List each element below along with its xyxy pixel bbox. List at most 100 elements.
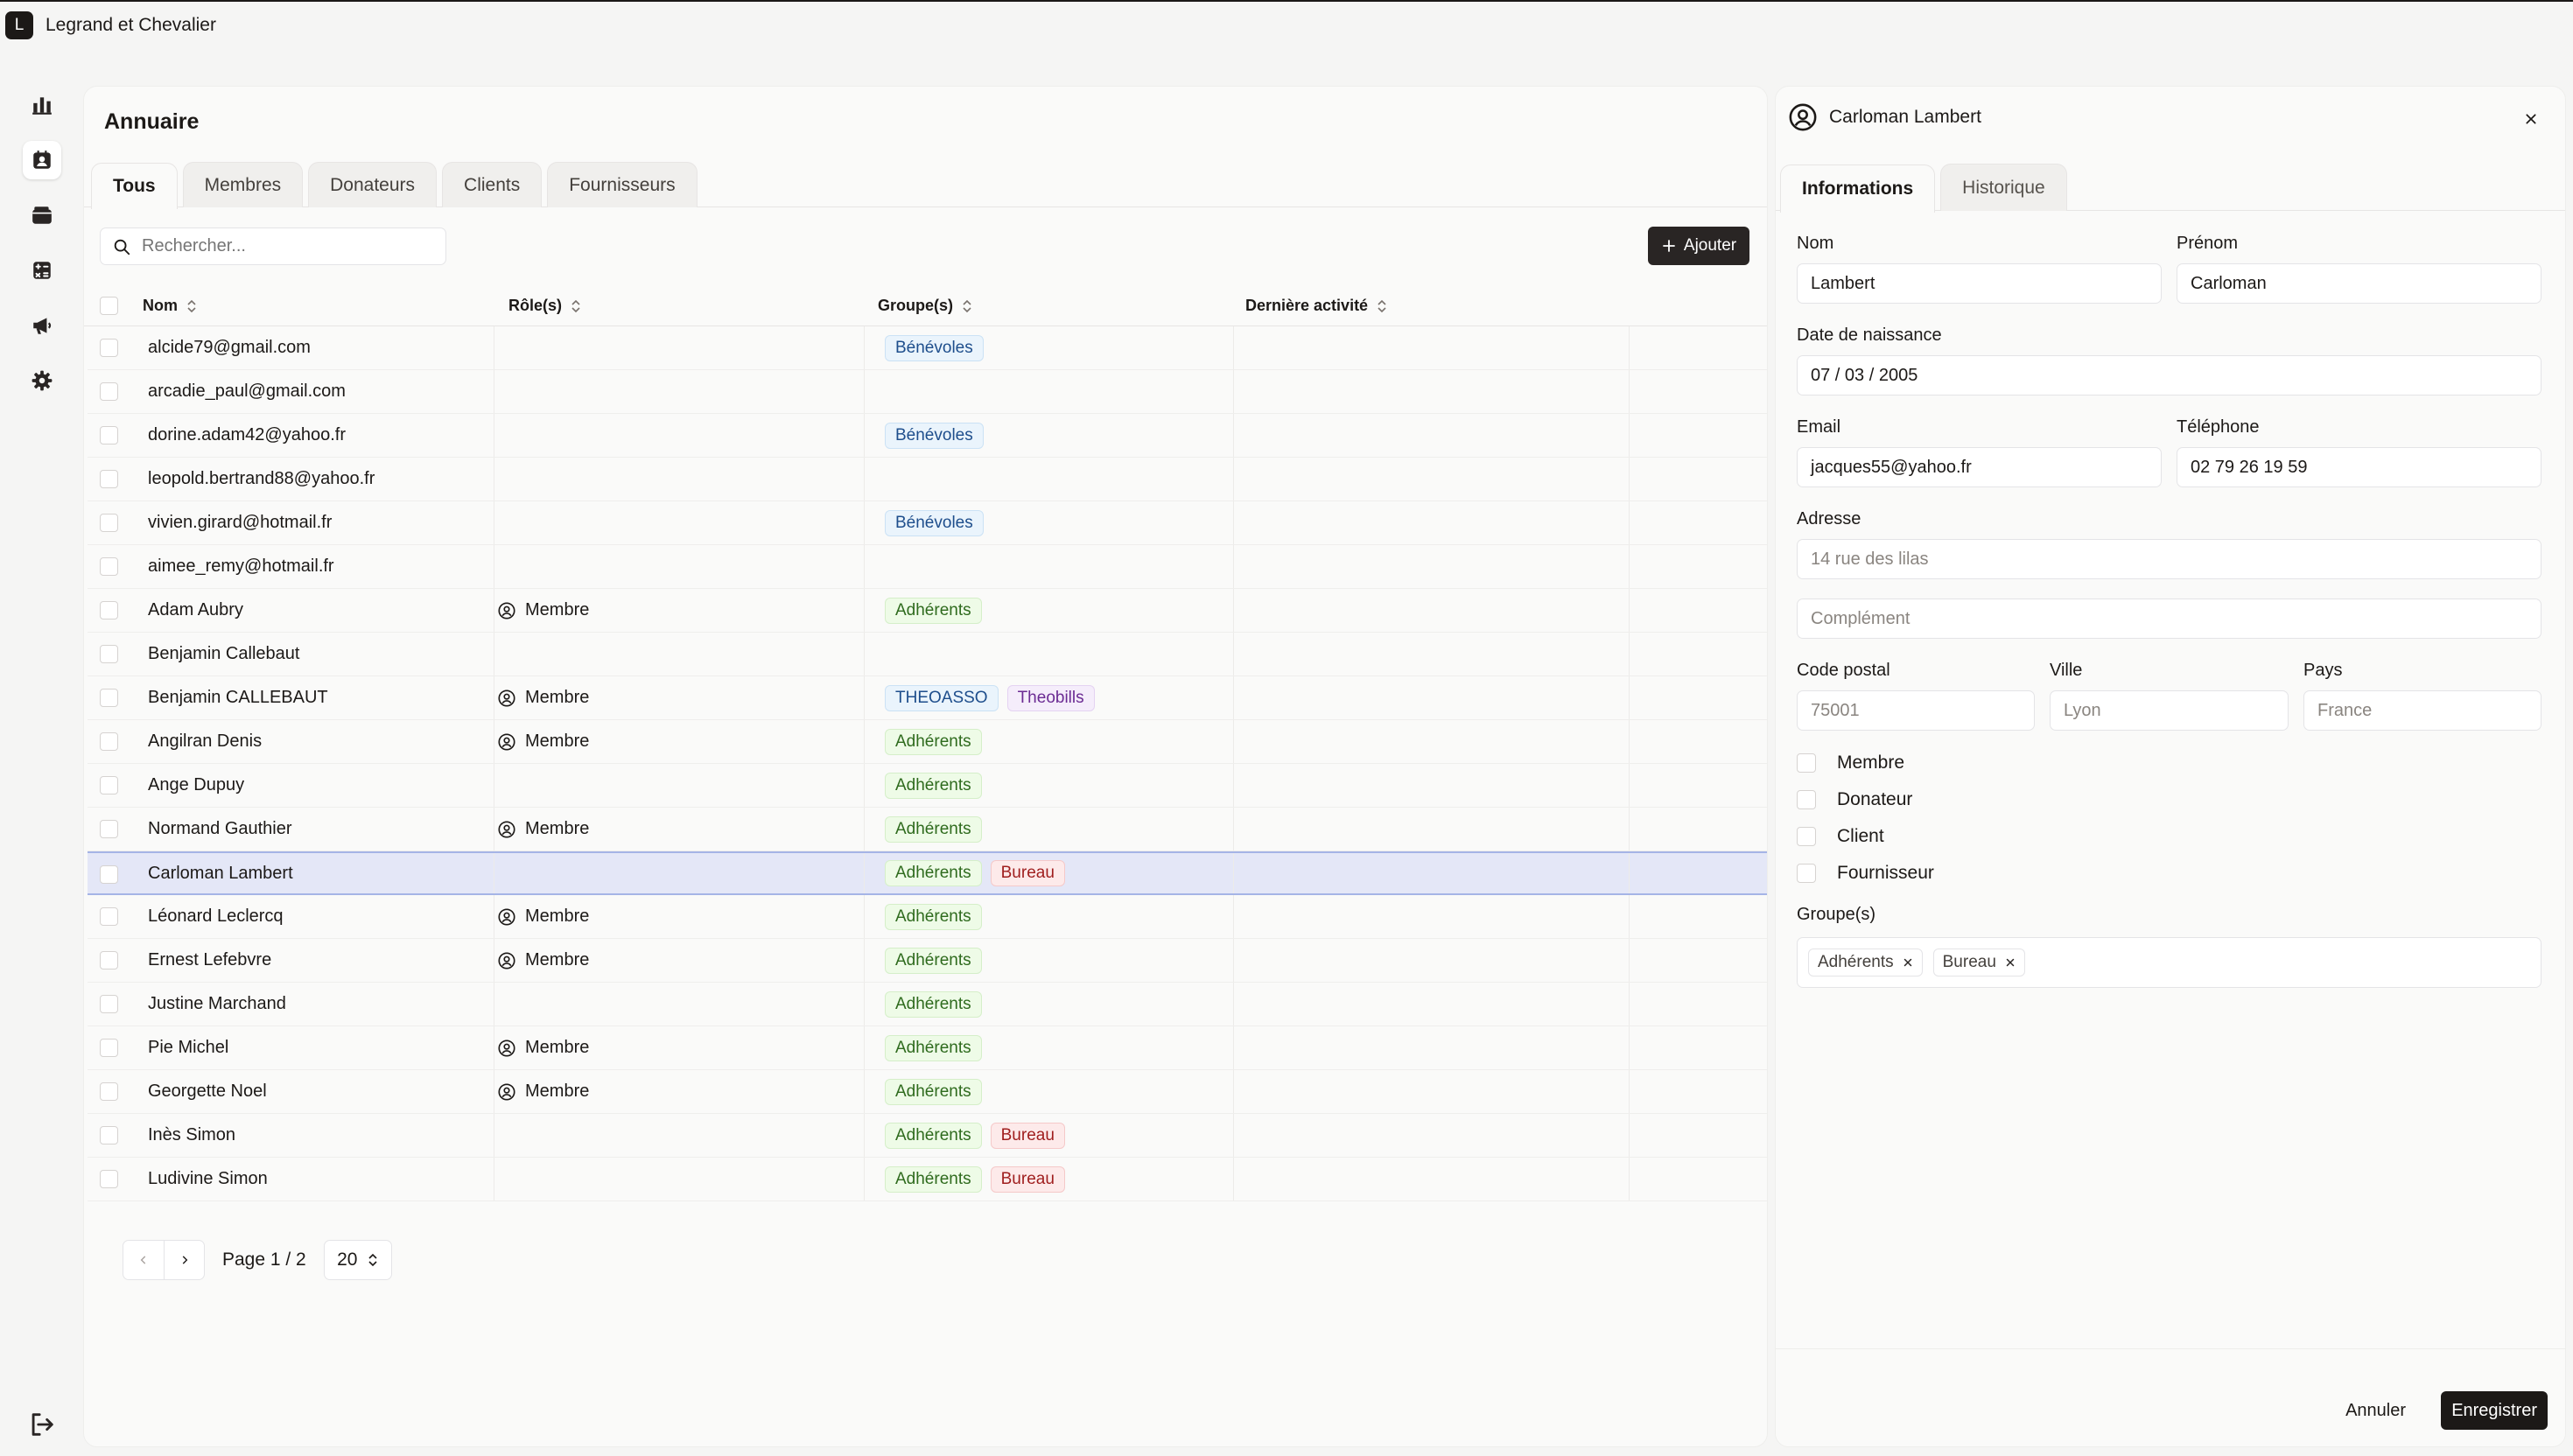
checkbox[interactable]	[1797, 790, 1816, 809]
prenom-field[interactable]: Carloman	[2177, 263, 2541, 304]
table-row[interactable]: Carloman Lambert Adhérents Bureau	[88, 851, 1767, 895]
row-checkbox[interactable]	[100, 689, 118, 707]
nav-dashboard[interactable]	[23, 86, 61, 124]
tab-historique[interactable]: Historique	[1940, 164, 2067, 211]
tab-donateurs[interactable]: Donateurs	[308, 162, 438, 207]
nom-field[interactable]: Lambert	[1797, 263, 2162, 304]
table-row[interactable]: Pie Michel Membre Adhérents	[88, 1026, 1767, 1070]
row-checkbox[interactable]	[100, 951, 118, 970]
row-checkbox[interactable]	[100, 907, 118, 926]
column-roles[interactable]: Rôle(s)	[508, 285, 581, 326]
email-field[interactable]: jacques55@yahoo.fr	[1797, 447, 2162, 487]
save-button[interactable]: Enregistrer	[2441, 1391, 2548, 1430]
table-row[interactable]: Benjamin CALLEBAUT Membre THEOASSO Theobill…	[88, 676, 1767, 720]
row-checkbox[interactable]	[100, 1126, 118, 1144]
row-checkbox[interactable]	[100, 1082, 118, 1101]
table-row[interactable]: Angilran Denis Membre Adhérents	[88, 720, 1767, 764]
nav-finances[interactable]	[23, 196, 61, 234]
panel-header: Carloman Lambert	[1788, 102, 1981, 132]
table-row[interactable]: Ludivine Simon Adhérents Bureau	[88, 1158, 1767, 1201]
select-all-checkbox[interactable]	[100, 297, 118, 315]
row-checkbox[interactable]	[100, 382, 118, 401]
row-checkbox[interactable]	[100, 339, 118, 357]
close-panel-button[interactable]	[2516, 104, 2546, 134]
row-checkbox[interactable]	[100, 1170, 118, 1188]
tab-informations[interactable]: Informations	[1780, 164, 1936, 213]
sort-icon	[186, 298, 197, 314]
nav-accounting[interactable]	[23, 251, 61, 290]
label-groups: Groupe(s)	[1797, 905, 1876, 924]
tab-tous[interactable]: Tous	[91, 163, 178, 209]
table-row[interactable]: Georgette Noel Membre Adhérents	[88, 1070, 1767, 1114]
country-field[interactable]: France	[2303, 690, 2541, 731]
column-groupes[interactable]: Groupe(s)	[878, 285, 972, 326]
table-row[interactable]: Benjamin Callebaut	[88, 633, 1767, 676]
checkbox[interactable]	[1797, 827, 1816, 846]
row-checkbox[interactable]	[100, 732, 118, 751]
checkbox[interactable]	[1797, 753, 1816, 773]
checkbox[interactable]	[1797, 864, 1816, 883]
table-row[interactable]: vivien.girard@hotmail.fr Bénévoles	[88, 501, 1767, 545]
group-badge: Bénévoles	[885, 334, 984, 361]
role-checkbox-membre[interactable]: Membre	[1797, 752, 1904, 774]
nav-communication[interactable]	[23, 306, 61, 345]
row-checkbox[interactable]	[100, 557, 118, 576]
table-row[interactable]: Léonard Leclercq Membre Adhérents	[88, 895, 1767, 939]
nav-directory[interactable]	[23, 141, 61, 179]
nav-settings[interactable]	[23, 361, 61, 400]
table-row[interactable]: aimee_remy@hotmail.fr	[88, 545, 1767, 589]
table-row[interactable]: dorine.adam42@yahoo.fr Bénévoles	[88, 414, 1767, 458]
birthdate-field[interactable]: 07 / 03 / 2005	[1797, 355, 2541, 396]
tab-membres[interactable]: Membres	[182, 162, 304, 207]
group-badge: Adhérents	[885, 860, 982, 886]
row-checkbox[interactable]	[100, 645, 118, 663]
table-row[interactable]: Ernest Lefebvre Membre Adhérents	[88, 939, 1767, 983]
table-row[interactable]: Inès Simon Adhérents Bureau	[88, 1114, 1767, 1158]
table-row[interactable]: leopold.bertrand88@yahoo.fr	[88, 458, 1767, 501]
column-nom[interactable]: Nom	[143, 285, 197, 326]
remove-chip-icon[interactable]	[2005, 957, 2016, 968]
user-circle-icon	[498, 1082, 515, 1101]
role-checkbox-client[interactable]: Client	[1797, 826, 1884, 847]
groups-multiselect[interactable]: Adhérents Bureau	[1797, 937, 2541, 988]
row-checkbox[interactable]	[100, 426, 118, 444]
postal-code-field[interactable]: 75001	[1797, 690, 2035, 731]
row-checkbox[interactable]	[100, 995, 118, 1013]
table-row[interactable]: Adam Aubry Membre Adhérents	[88, 589, 1767, 633]
contact-name: arcadie_paul@gmail.com	[148, 382, 346, 401]
address-complement-field[interactable]: Complément	[1797, 598, 2541, 639]
table-row[interactable]: Ange Dupuy Adhérents	[88, 764, 1767, 808]
group-badge: Bureau	[990, 860, 1065, 886]
table-row[interactable]: Normand Gauthier Membre Adhérents	[88, 808, 1767, 851]
city-field[interactable]: Lyon	[2050, 690, 2289, 731]
role-checkbox-fournisseur[interactable]: Fournisseur	[1797, 863, 1934, 884]
row-checkbox[interactable]	[100, 865, 118, 884]
column-derniere-activite[interactable]: Dernière activité	[1245, 285, 1387, 326]
row-checkbox[interactable]	[100, 1039, 118, 1057]
row-checkbox[interactable]	[100, 514, 118, 532]
cancel-button[interactable]: Annuler	[2331, 1391, 2420, 1430]
user-circle-icon	[498, 820, 515, 838]
search-input[interactable]	[142, 236, 422, 256]
row-checkbox[interactable]	[100, 601, 118, 620]
page-size-select[interactable]: 20	[323, 1240, 392, 1280]
tab-fournisseurs[interactable]: Fournisseurs	[547, 162, 698, 207]
table-row[interactable]: alcide79@gmail.com Bénévoles	[88, 326, 1767, 370]
address-field[interactable]: 14 rue des lilas	[1797, 539, 2541, 579]
column-label: Groupe(s)	[878, 297, 954, 314]
label-country: Pays	[2303, 661, 2343, 680]
role-cell: Membre	[497, 939, 589, 982]
remove-chip-icon[interactable]	[1903, 957, 1913, 968]
row-checkbox[interactable]	[100, 776, 118, 794]
tab-clients[interactable]: Clients	[442, 162, 543, 207]
phone-field[interactable]: 02 79 26 19 59	[2177, 447, 2541, 487]
table-row[interactable]: Justine Marchand Adhérents	[88, 983, 1767, 1026]
next-page-button[interactable]	[164, 1241, 204, 1279]
logout-button[interactable]	[23, 1405, 61, 1444]
role-checkbox-donateur[interactable]: Donateur	[1797, 789, 1912, 810]
row-checkbox[interactable]	[100, 470, 118, 488]
row-checkbox[interactable]	[100, 820, 118, 838]
add-contact-button[interactable]: Ajouter	[1648, 227, 1749, 265]
prev-page-button[interactable]	[123, 1241, 164, 1279]
table-row[interactable]: arcadie_paul@gmail.com	[88, 370, 1767, 414]
